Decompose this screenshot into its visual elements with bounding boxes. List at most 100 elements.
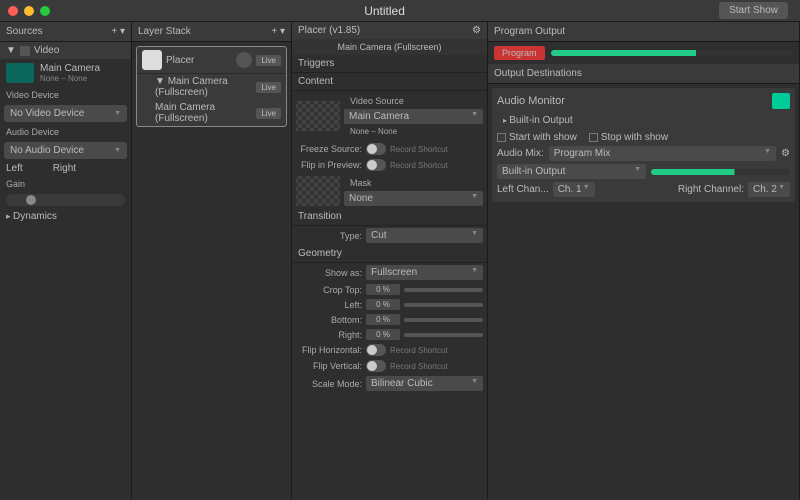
scale-mode-select[interactable]: Bilinear Cubic▼	[366, 376, 483, 391]
live-badge[interactable]: Live	[256, 108, 281, 119]
audio-device-select[interactable]: No Audio Device▼	[4, 142, 127, 159]
transition-section: Transition	[292, 208, 487, 226]
show-as-select[interactable]: Fullscreen▼	[366, 265, 483, 280]
inspector-subtitle: Main Camera (Fullscreen)	[292, 39, 487, 55]
layer-stack-header: Layer Stack + ▾	[132, 22, 291, 42]
flip-h-label: Flip Horizontal:	[296, 345, 362, 355]
crop-top-slider[interactable]	[404, 288, 483, 292]
gear-icon[interactable]: ⚙	[472, 25, 481, 36]
titlebar: Untitled Start Show	[0, 0, 800, 22]
audio-mix-select[interactable]: Program Mix▼	[549, 146, 776, 161]
audio-monitor-box: Audio Monitor ▸ Built-in Output Start wi…	[492, 88, 795, 202]
chevron-down-icon: ▼	[6, 45, 16, 56]
flip-h-toggle[interactable]	[366, 344, 386, 356]
output-meter	[551, 50, 793, 56]
destinations-title: Output Destinations	[494, 68, 582, 79]
video-source-label: Video Source	[344, 93, 483, 109]
mask-label: Mask	[344, 175, 483, 191]
show-as-label: Show as:	[296, 268, 362, 278]
triggers-section[interactable]: Triggers	[292, 55, 487, 73]
live-badge[interactable]: Live	[256, 55, 281, 66]
output-title: Program Output	[494, 26, 565, 37]
destinations-header: Output Destinations	[488, 64, 799, 84]
right-channel-label: Right Channel:	[678, 184, 744, 195]
crop-left-slider[interactable]	[404, 303, 483, 307]
sources-title: Sources	[6, 26, 43, 37]
sources-header: Sources + ▾	[0, 22, 131, 42]
maximize-icon[interactable]	[40, 6, 50, 16]
mask-select[interactable]: None▼	[344, 191, 483, 206]
record-shortcut-button[interactable]: Record Shortcut	[390, 161, 483, 170]
crop-bottom-slider[interactable]	[404, 318, 483, 322]
live-badge[interactable]: Live	[256, 82, 281, 93]
inspector-panel: Placer (v1.85) ⚙ Main Camera (Fullscreen…	[292, 22, 488, 500]
source-main-camera[interactable]: Main Camera None – None	[0, 59, 131, 87]
transition-select[interactable]: Cut▼	[366, 228, 483, 243]
video-source-select[interactable]: Main Camera▼	[344, 109, 483, 124]
camera-thumbnail	[6, 63, 34, 83]
start-with-show-checkbox[interactable]: Start with show	[497, 132, 577, 143]
left-label: Left	[6, 163, 23, 174]
crop-top-value[interactable]: 0 %	[366, 284, 400, 295]
source-none: None – None	[344, 124, 483, 139]
add-layer-button[interactable]: + ▾	[271, 26, 285, 37]
record-shortcut-button[interactable]: Record Shortcut	[390, 145, 483, 154]
crop-bottom-label: Bottom:	[296, 315, 362, 325]
gain-label: Gain	[0, 176, 131, 192]
gain-slider[interactable]	[6, 194, 125, 206]
audio-device-label: Audio Device	[0, 124, 131, 140]
placer-card[interactable]: Placer Live ▼ Main Camera (Fullscreen) L…	[136, 46, 287, 127]
crop-right-slider[interactable]	[404, 333, 483, 337]
right-channel-select[interactable]: Ch. 2▼	[748, 182, 790, 197]
gear-icon[interactable]: ⚙	[781, 148, 790, 159]
inspector-header: Placer (v1.85) ⚙	[292, 22, 487, 39]
record-shortcut-button[interactable]: Record Shortcut	[390, 346, 483, 355]
loop-icon[interactable]	[236, 52, 252, 68]
preview-thumbnail	[296, 101, 340, 131]
output-panel: Program Output Program Output Destinatio…	[488, 22, 800, 500]
start-show-button[interactable]: Start Show	[719, 2, 788, 19]
stop-with-show-checkbox[interactable]: Stop with show	[589, 132, 668, 143]
dynamics-label[interactable]: ▸ Dynamics	[0, 208, 131, 225]
geometry-section: Geometry	[292, 245, 487, 263]
layer-item-2[interactable]: Main Camera (Fullscreen) Live	[137, 100, 286, 126]
document-title: Untitled	[50, 4, 719, 18]
dropdown-icon: ▼	[114, 147, 121, 154]
minimize-icon[interactable]	[24, 6, 34, 16]
scale-mode-label: Scale Mode:	[296, 379, 362, 389]
placer-icon	[142, 50, 162, 70]
left-channel-select[interactable]: Ch. 1▼	[553, 182, 595, 197]
close-icon[interactable]	[8, 6, 18, 16]
window-controls	[8, 6, 50, 16]
crop-right-value[interactable]: 0 %	[366, 329, 400, 340]
video-group[interactable]: ▼ Video	[0, 42, 131, 59]
freeze-toggle[interactable]	[366, 143, 386, 155]
video-label: Video	[34, 45, 59, 56]
flip-v-label: Flip Vertical:	[296, 361, 362, 371]
output-device-select[interactable]: Built-in Output▼	[497, 164, 646, 179]
video-icon	[20, 46, 30, 56]
freeze-label: Freeze Source:	[296, 144, 362, 154]
flip-v-toggle[interactable]	[366, 360, 386, 372]
layer-item-1[interactable]: ▼ Main Camera (Fullscreen) Live	[137, 74, 286, 100]
inspector-title: Placer (v1.85)	[298, 25, 360, 36]
crop-bottom-value[interactable]: 0 %	[366, 314, 400, 325]
flip-preview-toggle[interactable]	[366, 159, 386, 171]
record-shortcut-button[interactable]: Record Shortcut	[390, 362, 483, 371]
source-name: Main Camera	[40, 63, 100, 74]
right-label: Right	[53, 163, 76, 174]
flip-preview-label: Flip in Preview:	[296, 160, 362, 170]
video-device-label: Video Device	[0, 87, 131, 103]
crop-left-value[interactable]: 0 %	[366, 299, 400, 310]
layer-stack-title: Layer Stack	[138, 26, 191, 37]
layer-stack-panel: Layer Stack + ▾ Placer Live ▼ Main Camer…	[132, 22, 292, 500]
crop-right-label: Right:	[296, 330, 362, 340]
video-device-select[interactable]: No Video Device▼	[4, 105, 127, 122]
program-button[interactable]: Program	[494, 46, 545, 60]
builtin-label: ▸ Built-in Output	[497, 112, 790, 129]
placer-title: Placer	[166, 55, 232, 66]
left-channel-label: Left Chan...	[497, 184, 549, 195]
add-source-button[interactable]: + ▾	[111, 26, 125, 37]
mask-thumbnail	[296, 176, 340, 206]
speaker-icon[interactable]	[772, 93, 790, 109]
